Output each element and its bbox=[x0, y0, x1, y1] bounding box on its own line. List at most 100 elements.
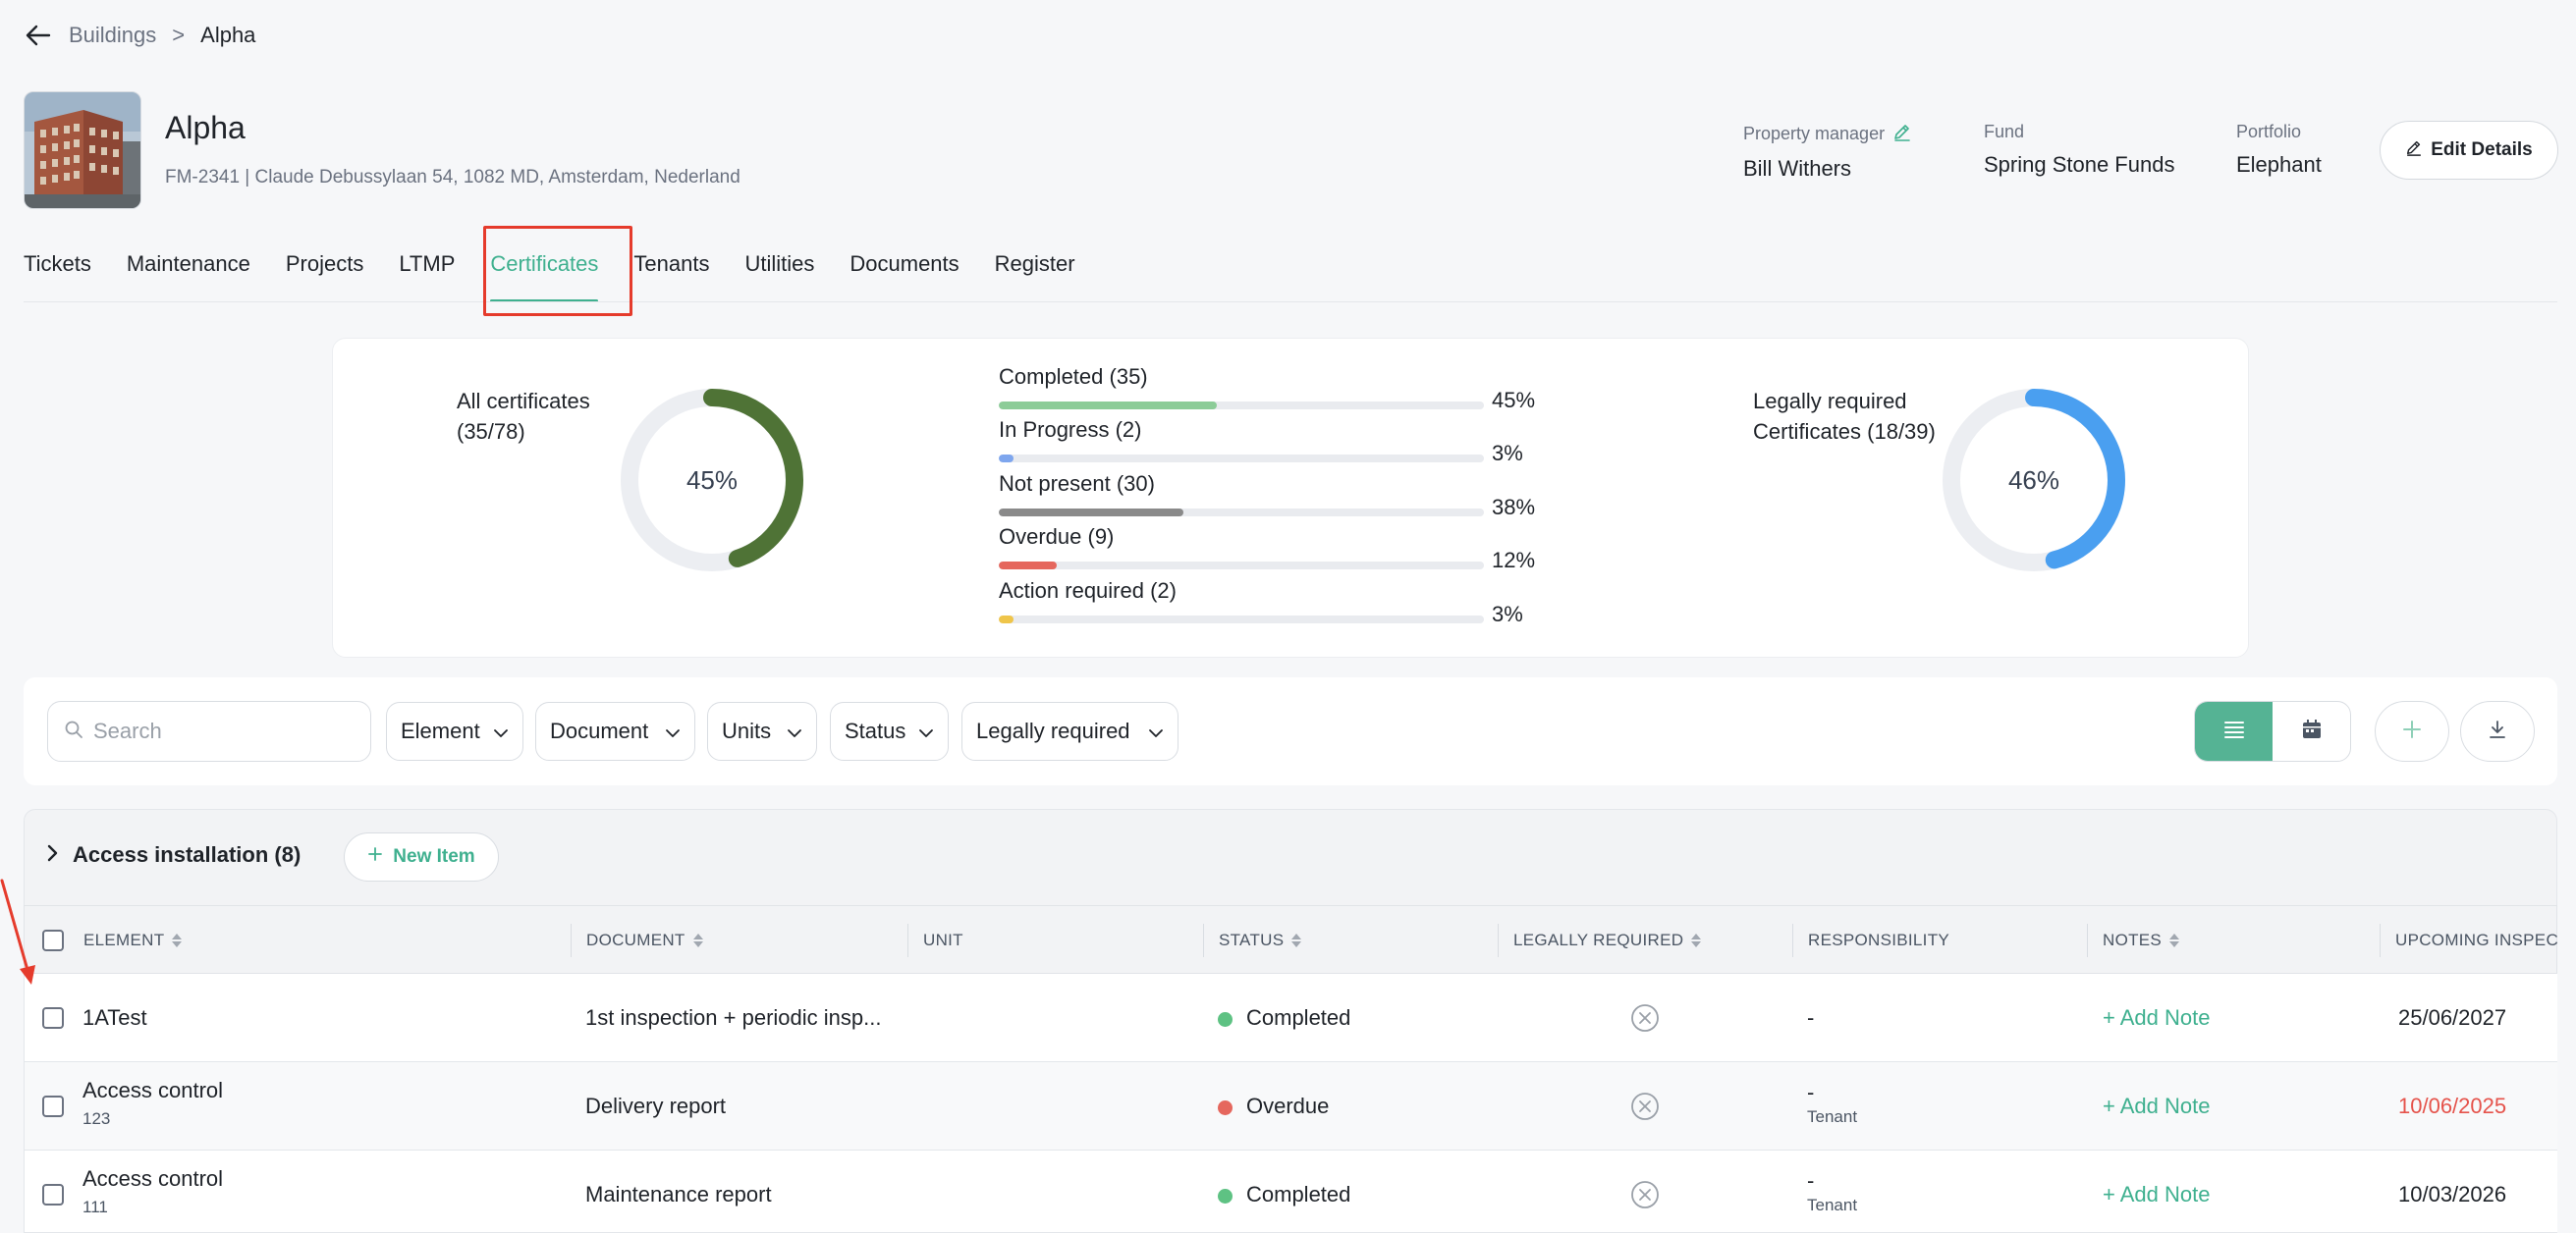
edit-details-button[interactable]: Edit Details bbox=[2380, 121, 2558, 180]
status-bar-fill bbox=[999, 616, 1014, 623]
breadcrumb-parent[interactable]: Buildings bbox=[69, 23, 156, 48]
table-row[interactable]: 1ATest 1st inspection + periodic insp...… bbox=[24, 974, 2557, 1062]
certificates-summary-card: All certificates (35/78) 45% Completed (… bbox=[332, 338, 2249, 658]
list-view-button[interactable] bbox=[2195, 702, 2273, 761]
search-box[interactable] bbox=[47, 701, 371, 762]
row-responsibility-value: - bbox=[1807, 1168, 1815, 1193]
search-input[interactable] bbox=[93, 719, 349, 744]
row-responsibility-sub: Tenant bbox=[1807, 1107, 1858, 1126]
table-row[interactable]: Access control 123 Delivery report Overd… bbox=[24, 1062, 2557, 1151]
row-responsibility: - bbox=[1807, 1005, 1815, 1030]
status-bar-percent: 3% bbox=[1492, 441, 1523, 465]
legal-donut-percent: 46% bbox=[2008, 465, 2059, 495]
pencil-icon bbox=[2405, 138, 2423, 162]
calendar-view-button[interactable] bbox=[2273, 702, 2350, 761]
select-all-checkbox[interactable] bbox=[42, 930, 64, 951]
legal-certificates-count: Certificates (18/39) bbox=[1753, 419, 1936, 444]
group-toggle[interactable]: Access installation (8) bbox=[47, 842, 301, 868]
add-note-link[interactable]: + Add Note bbox=[2103, 1005, 2210, 1031]
row-element-name: Access control bbox=[82, 1078, 224, 1102]
status-bar-fill bbox=[999, 509, 1183, 516]
column-notes[interactable]: NOTES bbox=[2087, 906, 2180, 975]
status-bar-fill bbox=[999, 402, 1218, 409]
row-checkbox[interactable] bbox=[42, 1007, 64, 1029]
status-bar-label: In Progress (2) bbox=[999, 417, 1142, 442]
not-required-icon bbox=[1631, 1181, 1659, 1208]
legal-certificates-title: Legally required bbox=[1753, 389, 1907, 413]
row-document: 1st inspection + periodic insp... bbox=[585, 1005, 882, 1030]
add-note-link[interactable]: + Add Note bbox=[2103, 1094, 2210, 1119]
legal-certificates-label: Legally required Certificates (18/39) bbox=[1753, 386, 1936, 447]
portfolio: Portfolio Elephant bbox=[2236, 122, 2322, 178]
building-title: Alpha bbox=[165, 110, 246, 145]
status-bar-label: Overdue (9) bbox=[999, 524, 1115, 549]
group-title: Access installation (8) bbox=[73, 842, 301, 867]
row-checkbox[interactable] bbox=[42, 1096, 64, 1117]
tab-utilities[interactable]: Utilities bbox=[744, 245, 814, 283]
row-status: Completed bbox=[1218, 1005, 1350, 1031]
column-document[interactable]: DOCUMENT bbox=[571, 906, 703, 975]
column-document-label: DOCUMENT bbox=[586, 931, 685, 949]
annotation-arrow bbox=[0, 879, 35, 985]
new-item-button[interactable]: New Item bbox=[344, 832, 499, 882]
pencil-icon[interactable] bbox=[1892, 122, 1912, 146]
row-upcoming-inspection: 10/03/2026 bbox=[2398, 1182, 2507, 1206]
status-breakdown: Completed (35) 45% In Progress (2) 3% No… bbox=[999, 364, 1549, 639]
column-status-label: STATUS bbox=[1219, 931, 1285, 949]
download-button[interactable] bbox=[2460, 701, 2535, 762]
all-certificates-donut: 45% bbox=[621, 389, 803, 571]
tab-tenants[interactable]: Tenants bbox=[633, 245, 709, 283]
row-responsibility-sub: Tenant bbox=[1807, 1196, 1858, 1214]
status-bar-fill bbox=[999, 562, 1058, 569]
column-status[interactable]: STATUS bbox=[1203, 906, 1302, 975]
tab-maintenance[interactable]: Maintenance bbox=[127, 245, 250, 283]
tab-register[interactable]: Register bbox=[995, 245, 1075, 283]
column-legal-label: LEGALLY REQUIRED bbox=[1513, 931, 1684, 949]
breadcrumb: Buildings > Alpha bbox=[24, 20, 255, 51]
fund-label: Fund bbox=[1984, 122, 2025, 141]
element-filter-dropdown[interactable]: Element bbox=[386, 702, 523, 761]
status-bar-track bbox=[999, 402, 1484, 409]
column-upcoming-inspection[interactable]: UPCOMING INSPECTION bbox=[2380, 906, 2558, 975]
row-element-sub: 123 bbox=[82, 1109, 111, 1128]
status-bar-percent: 45% bbox=[1492, 388, 1536, 412]
document-filter-dropdown[interactable]: Document bbox=[535, 702, 695, 761]
column-legally-required[interactable]: LEGALLY REQUIRED bbox=[1498, 906, 1702, 975]
column-unit-label: UNIT bbox=[923, 931, 963, 949]
back-arrow-icon[interactable] bbox=[24, 21, 53, 50]
search-icon bbox=[64, 720, 83, 744]
legally-required-filter-dropdown[interactable]: Legally required bbox=[961, 702, 1178, 761]
tab-projects[interactable]: Projects bbox=[286, 245, 363, 283]
column-element[interactable]: ELEMENT bbox=[68, 906, 183, 975]
column-responsibility-label: RESPONSIBILITY bbox=[1808, 931, 1950, 949]
status-bar-in-progress: In Progress (2) 3% bbox=[999, 417, 1523, 465]
tab-documents[interactable]: Documents bbox=[850, 245, 959, 283]
not-required-icon bbox=[1631, 1004, 1659, 1032]
download-icon bbox=[2487, 719, 2508, 745]
column-upcoming-label: UPCOMING INSPECTION bbox=[2395, 931, 2558, 949]
chevron-right-icon bbox=[47, 842, 59, 868]
tab-tickets[interactable]: Tickets bbox=[24, 245, 91, 283]
row-element: 1ATest bbox=[82, 1005, 147, 1030]
row-upcoming-inspection: 10/06/2025 bbox=[2398, 1094, 2507, 1118]
column-unit[interactable]: UNIT bbox=[907, 906, 963, 975]
row-checkbox[interactable] bbox=[42, 1184, 64, 1206]
table-header: ELEMENT DOCUMENT UNIT STATUS LEGALLY REQ… bbox=[24, 905, 2558, 975]
breadcrumb-current: Alpha bbox=[200, 23, 256, 47]
status-filter-dropdown[interactable]: Status bbox=[830, 702, 949, 761]
row-status-label: Completed bbox=[1246, 1005, 1351, 1030]
status-bar-action-required: Action required (2) 3% bbox=[999, 578, 1523, 626]
row-status: Overdue bbox=[1218, 1094, 1329, 1119]
row-element: Access control 111 bbox=[82, 1166, 223, 1217]
column-responsibility[interactable]: RESPONSIBILITY bbox=[1792, 906, 1949, 975]
row-responsibility-value: - bbox=[1807, 1080, 1815, 1104]
edit-details-label: Edit Details bbox=[2431, 139, 2533, 160]
add-note-link[interactable]: + Add Note bbox=[2103, 1182, 2210, 1207]
add-button[interactable] bbox=[2375, 701, 2449, 762]
units-filter-dropdown[interactable]: Units bbox=[707, 702, 817, 761]
building-photo bbox=[24, 91, 141, 209]
all-donut-percent: 45% bbox=[686, 465, 738, 495]
table-row[interactable]: Access control 111 Maintenance report Co… bbox=[24, 1151, 2557, 1233]
tab-ltmp[interactable]: LTMP bbox=[399, 245, 455, 283]
column-notes-label: NOTES bbox=[2103, 931, 2163, 949]
